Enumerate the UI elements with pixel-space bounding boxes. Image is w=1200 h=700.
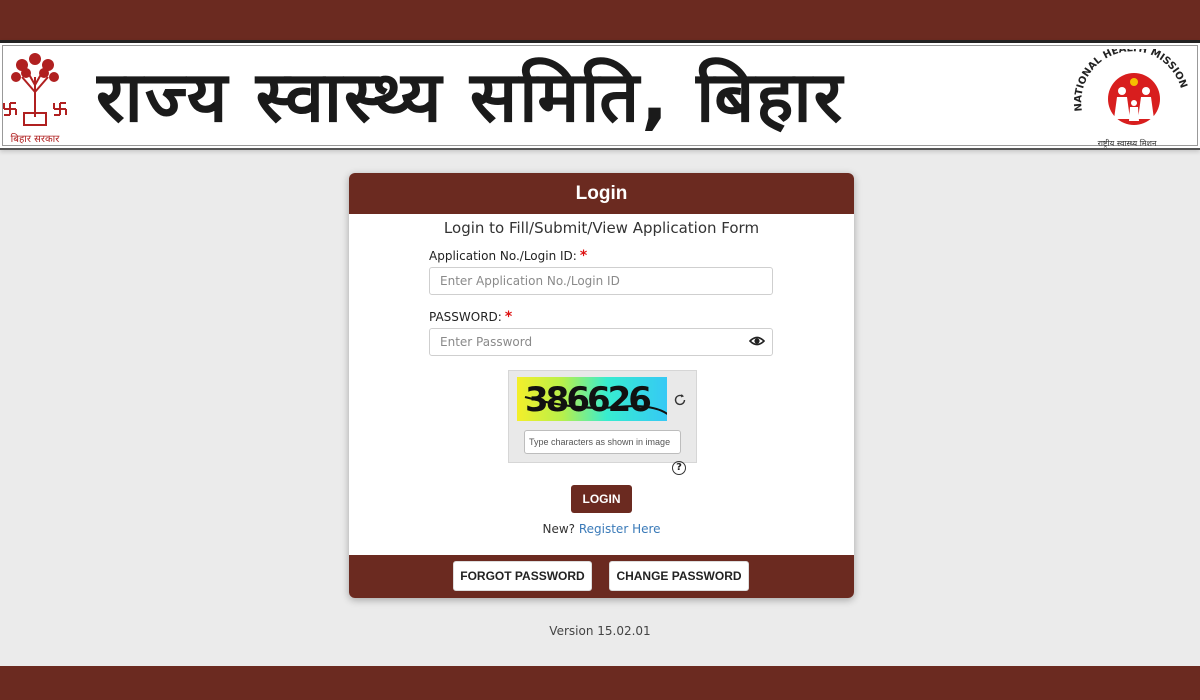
login-heading: Login (349, 173, 854, 214)
application-id-label: Application No./Login ID: * (429, 248, 587, 264)
login-subtitle: Login to Fill/Submit/View Application Fo… (443, 219, 760, 237)
login-button[interactable]: LOGIN (571, 485, 632, 513)
eye-icon[interactable] (749, 334, 765, 348)
application-id-input[interactable] (429, 267, 773, 295)
nhm-family-icon: NATIONAL HEALTH MISSION (1073, 43, 1189, 125)
password-label: PASSWORD: * (429, 309, 512, 325)
refresh-icon[interactable] (673, 393, 687, 407)
bihar-government-emblem: बिहार सरकार (2, 47, 68, 147)
top-bar (0, 0, 1200, 40)
password-label-text: PASSWORD: (429, 310, 502, 324)
captcha-input[interactable] (524, 430, 681, 454)
login-card: Login Login to Fill/Submit/View Applicat… (349, 173, 854, 598)
register-link[interactable]: Register Here (579, 522, 661, 536)
required-mark: * (579, 248, 588, 264)
new-prompt-text: New? (542, 522, 576, 536)
bottom-bar (0, 666, 1200, 700)
help-icon[interactable]: ? (672, 461, 686, 475)
tree-emblem-icon (3, 53, 67, 126)
change-password-button[interactable]: CHANGE PASSWORD (609, 561, 749, 591)
header-banner: बिहार सरकार राज्य स्वास्थ्य समिति, बिहार… (0, 40, 1200, 150)
emblem-caption: बिहार सरकार (10, 134, 60, 145)
login-card-footer: FORGOT PASSWORD CHANGE PASSWORD (349, 555, 854, 598)
banner-title: राज्य स्वास्थ्य समिति, बिहार (96, 56, 845, 138)
captcha-image: 386626 (517, 377, 667, 421)
version-text: Version 15.02.01 (549, 624, 651, 638)
register-prompt: New? Register Here (349, 522, 854, 536)
captcha-panel: 386626 (508, 370, 697, 463)
password-input[interactable] (429, 328, 773, 356)
required-mark: * (504, 309, 513, 325)
application-id-label-text: Application No./Login ID: (429, 249, 577, 263)
nhm-caption: राष्ट्रीय स्वास्थ्य मिशन (1097, 139, 1157, 148)
captcha-text: 386626 (525, 380, 650, 420)
forgot-password-button[interactable]: FORGOT PASSWORD (453, 561, 592, 591)
nhm-logo: NATIONAL HEALTH MISSION राष्ट्रीय स्वास्… (1072, 43, 1192, 149)
